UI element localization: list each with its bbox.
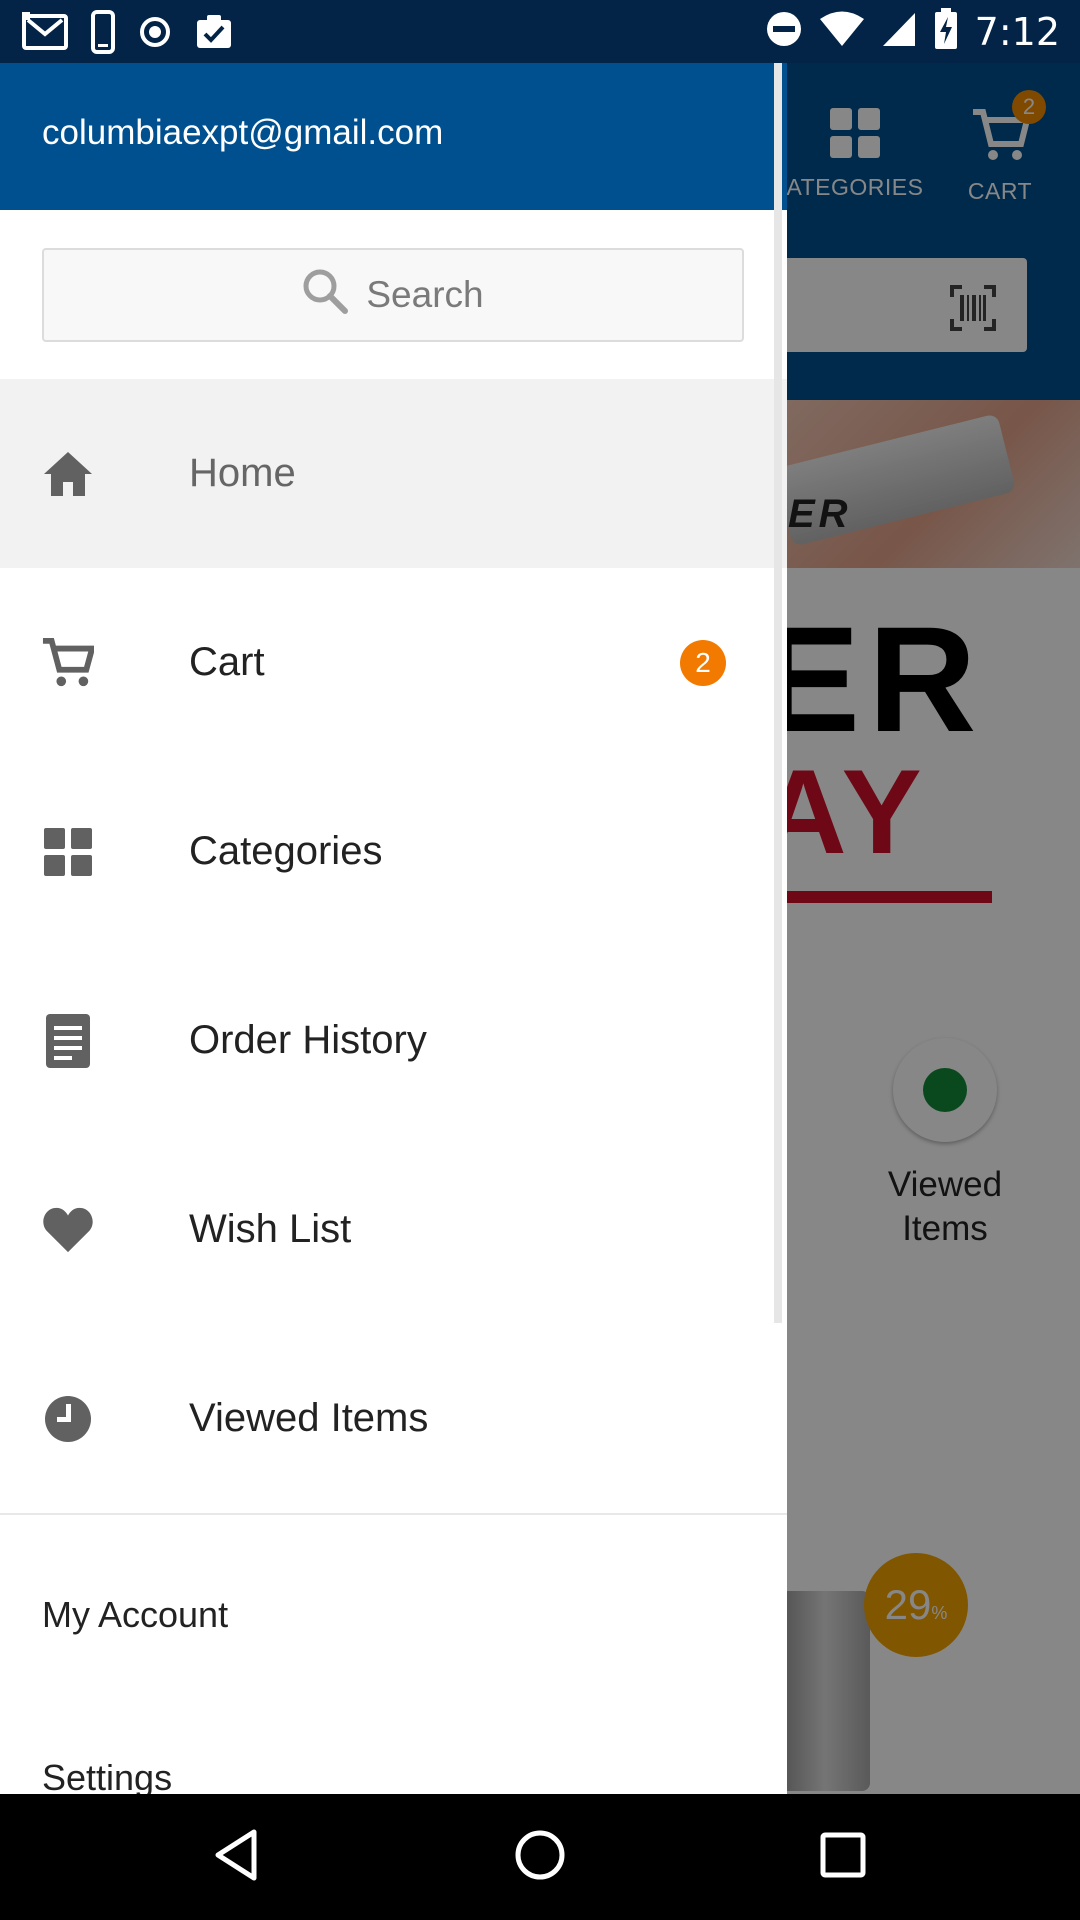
phone-icon — [90, 10, 116, 59]
do-not-disturb-icon — [765, 10, 803, 53]
nav-item-categories[interactable]: Categories — [0, 757, 787, 946]
nav-item-wish-list[interactable]: Wish List — [0, 1135, 787, 1324]
status-bar: 7:12 — [0, 0, 1080, 63]
nav-item-label: Cart — [189, 640, 265, 684]
nav-item-order-history[interactable]: Order History — [0, 946, 787, 1135]
signal-icon — [881, 10, 917, 53]
back-icon — [212, 1828, 260, 1887]
grid-icon — [42, 826, 94, 878]
clipboard-check-icon — [194, 12, 234, 57]
drawer-search-area: Search — [0, 210, 787, 379]
heart-icon — [42, 1204, 94, 1256]
battery-charging-icon — [933, 8, 959, 55]
system-navigation-bar — [0, 1794, 1080, 1920]
nav-item-viewed-items[interactable]: Viewed Items — [0, 1324, 787, 1513]
home-circle-icon — [513, 1828, 567, 1887]
nav-item-label: Wish List — [189, 1207, 352, 1251]
cart-icon — [42, 637, 94, 689]
nav-item-label: Categories — [189, 829, 383, 873]
back-button[interactable] — [203, 1824, 269, 1890]
nav-item-cart[interactable]: Cart 2 — [0, 568, 787, 757]
menu-item-my-account[interactable]: My Account — [0, 1515, 787, 1704]
nav-item-home[interactable]: Home — [0, 379, 787, 568]
navigation-drawer: columbiaexpt@gmail.com Search Home Cart … — [0, 63, 787, 1794]
document-icon — [42, 1013, 94, 1068]
clock-time: 7:12 — [974, 9, 1060, 54]
drawer-scrollbar[interactable] — [774, 63, 782, 1323]
nav-item-label: Viewed Items — [189, 1396, 429, 1440]
recents-button[interactable] — [810, 1824, 876, 1890]
search-icon — [302, 268, 349, 323]
menu-item-label: My Account — [42, 1593, 229, 1635]
search-placeholder: Search — [366, 274, 484, 315]
record-icon — [138, 15, 172, 54]
nav-item-label: Order History — [189, 1018, 427, 1062]
menu-item-label: Settings — [42, 1756, 173, 1795]
search-input[interactable]: Search — [42, 248, 744, 342]
clock-icon — [42, 1393, 94, 1445]
gmail-icon — [22, 12, 68, 57]
recents-icon — [819, 1831, 867, 1884]
home-button[interactable] — [507, 1824, 573, 1890]
account-email[interactable]: columbiaexpt@gmail.com — [42, 113, 443, 152]
menu-item-settings[interactable]: Settings — [0, 1704, 787, 1795]
home-icon — [42, 448, 94, 500]
wifi-icon — [819, 10, 865, 53]
nav-item-label: Home — [189, 451, 296, 495]
drawer-header: columbiaexpt@gmail.com — [0, 63, 787, 210]
cart-count-badge: 2 — [680, 640, 726, 686]
